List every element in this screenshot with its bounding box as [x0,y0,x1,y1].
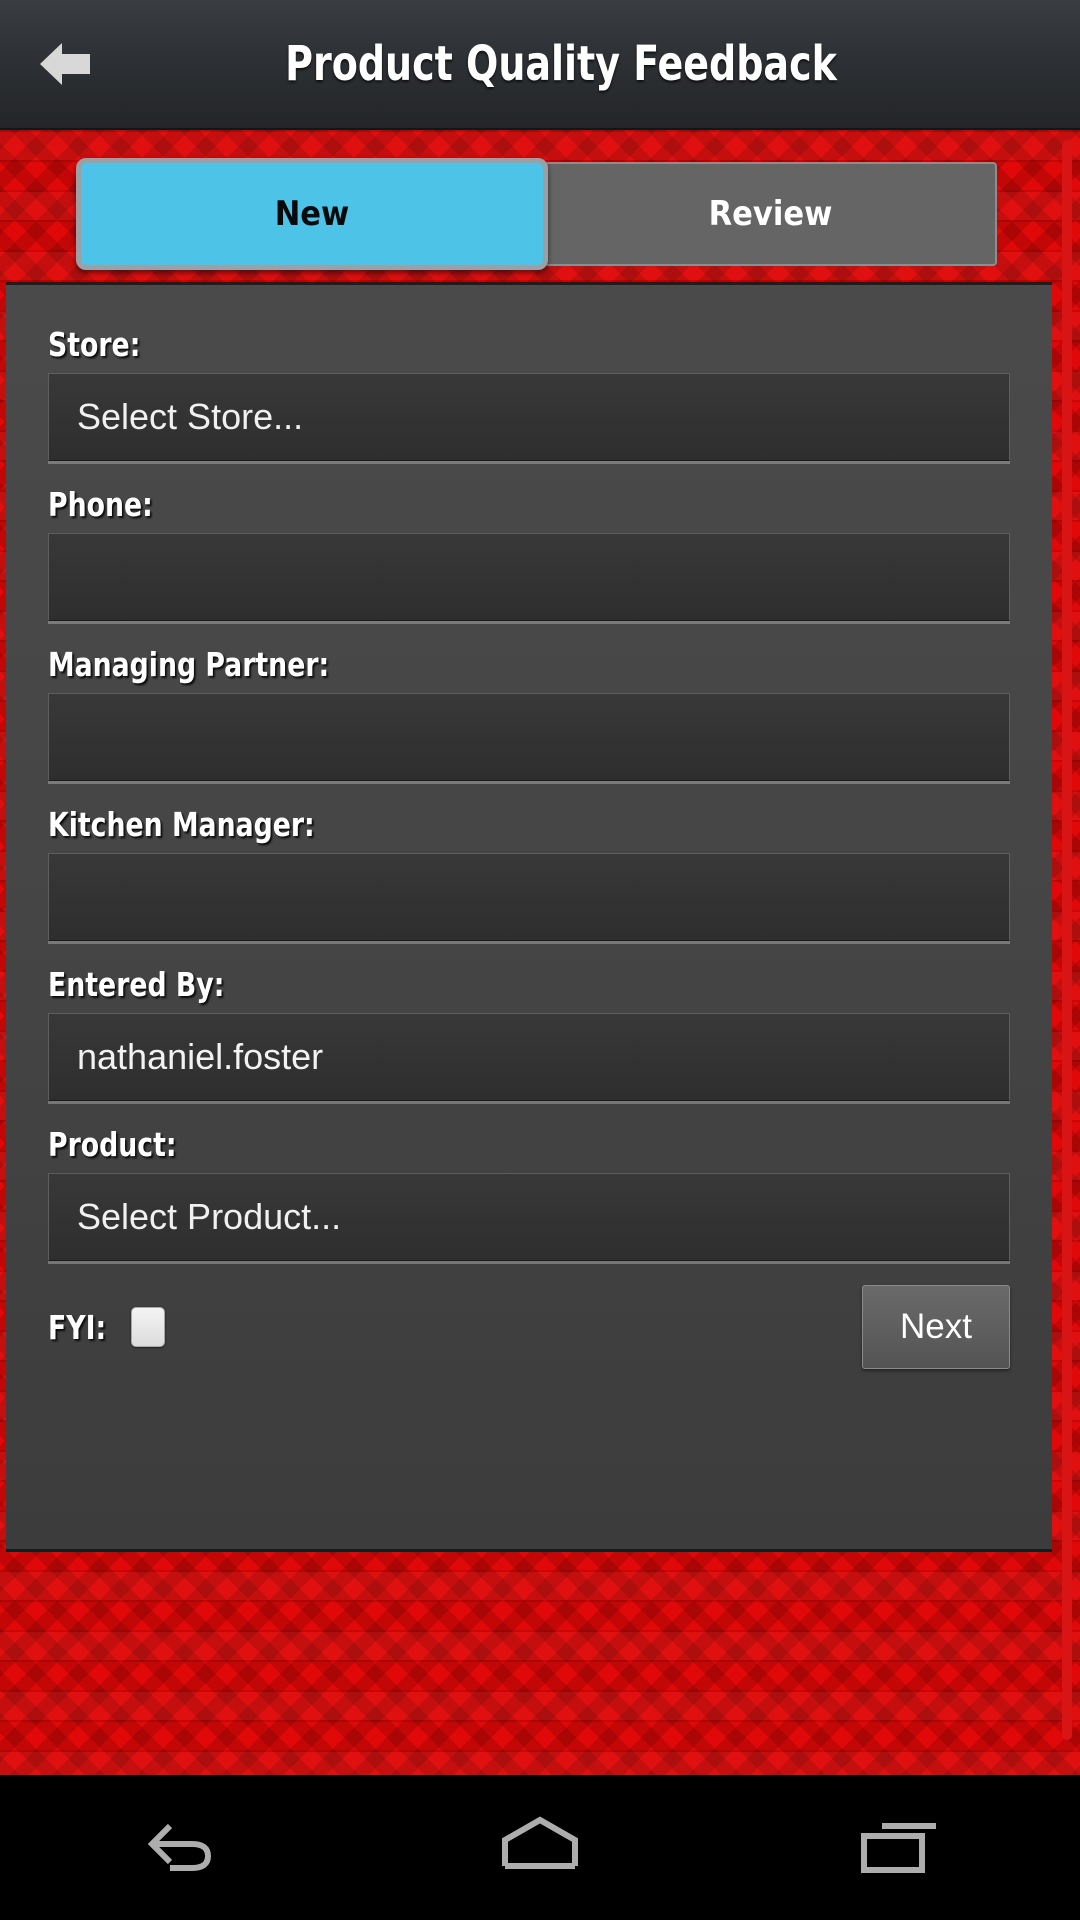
nav-back-button[interactable] [80,1775,280,1920]
fyi-group: FYI: [48,1307,165,1347]
back-arrow-icon [36,41,94,87]
input-entered-by[interactable]: nathaniel.foster [48,1013,1010,1101]
field-group-phone: Phone: [48,485,1010,621]
fyi-checkbox[interactable] [130,1307,165,1347]
scrollbar-thumb[interactable] [1062,140,1072,1740]
input-phone[interactable] [48,533,1010,621]
app-screen: Product Quality Feedback New Review Stor… [0,0,1080,1920]
select-store-value: Select Store... [77,396,304,437]
input-kitchen-manager[interactable] [48,853,1010,941]
tab-review[interactable]: Review [544,162,997,266]
next-button[interactable]: Next [862,1285,1010,1369]
select-product[interactable]: Select Product... [48,1173,1010,1261]
label-store: Store: [48,325,141,364]
nav-recents-icon [858,1814,942,1881]
vertical-scrollbar[interactable] [1062,140,1072,1750]
nav-back-icon [140,1814,220,1881]
tab-new[interactable]: New [76,158,548,270]
field-group-kitchen-manager: Kitchen Manager: [48,805,1010,941]
back-button[interactable] [0,0,130,129]
field-group-entered-by: Entered By: nathaniel.foster [48,965,1010,1101]
input-entered-by-value: nathaniel.foster [77,1036,324,1077]
field-group-store: Store: Select Store... [48,325,1010,461]
label-fyi: FYI: [48,1307,107,1347]
fyi-row: FYI: Next [48,1285,1010,1369]
field-group-managing-partner: Managing Partner: [48,645,1010,781]
app-header: Product Quality Feedback [0,0,1080,130]
nav-home-button[interactable] [440,1775,640,1920]
select-product-value: Select Product... [77,1196,342,1237]
label-kitchen-manager: Kitchen Manager: [48,805,315,844]
label-managing-partner: Managing Partner: [48,645,330,684]
page-title: Product Quality Feedback [285,36,837,92]
label-entered-by: Entered By: [48,965,225,1004]
input-managing-partner[interactable] [48,693,1010,781]
label-product: Product: [48,1125,177,1164]
form-panel: Store: Select Store... Phone: Managing P… [6,282,1052,1552]
select-store[interactable]: Select Store... [48,373,1010,461]
nav-home-icon [497,1814,583,1881]
nav-recents-button[interactable] [800,1775,1000,1920]
field-group-product: Product: Select Product... [48,1125,1010,1261]
tab-bar: New Review [76,158,1001,270]
label-phone: Phone: [48,485,153,524]
android-navigation-bar [0,1775,1080,1920]
